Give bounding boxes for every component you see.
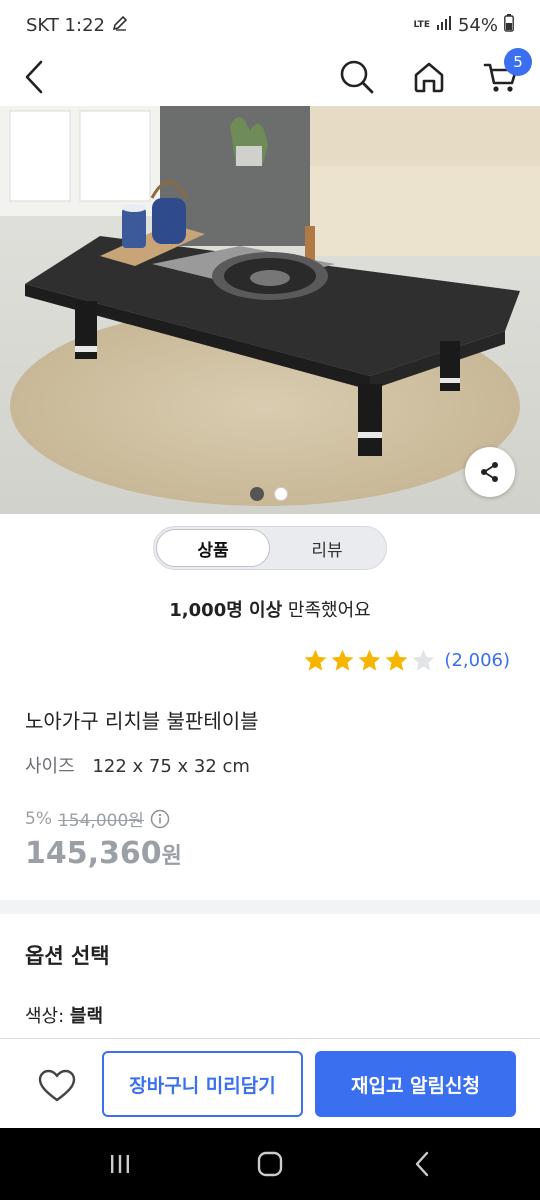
color-option[interactable]: 색상: 블랙 (25, 1002, 103, 1028)
battery-level: 54% (457, 14, 498, 36)
size-label: 사이즈 (25, 756, 75, 777)
lte-icon: LTE (413, 19, 430, 30)
recent-apps-icon (111, 1155, 129, 1173)
color-label: 색상: (25, 1006, 70, 1027)
top-nav: 5 (0, 48, 540, 106)
cart-preview-button[interactable]: 장바구니 미리담기 (102, 1051, 303, 1117)
product-photo (0, 106, 540, 514)
product-title: 노아가구 리치블 불판테이블 (25, 709, 259, 733)
satisfaction-suffix: 만족했어요 (282, 600, 371, 621)
battery-icon (504, 13, 514, 37)
home-system-button[interactable] (250, 1144, 290, 1184)
signal-icon (436, 15, 452, 36)
carousel-dot[interactable] (274, 487, 288, 501)
status-right: LTE 54% (413, 13, 514, 37)
status-left: SKT 1:22 (26, 14, 129, 37)
carousel-indicator (250, 487, 288, 501)
share-button[interactable] (465, 447, 515, 497)
satisfaction-text: 1,000명 이상 만족했어요 (0, 596, 540, 622)
back-icon (25, 60, 43, 94)
final-price-value: 145,360 (25, 836, 162, 871)
star-filled-icon (358, 649, 381, 671)
discount-rate: 5% (25, 808, 52, 829)
info-icon[interactable] (150, 809, 170, 829)
star-filled-icon (304, 649, 327, 671)
star-filled-icon (331, 649, 354, 671)
recent-apps-button[interactable] (100, 1144, 140, 1184)
option-heading: 옵션 선택 (25, 944, 110, 968)
carrier-time: SKT 1:22 (26, 14, 105, 36)
section-divider (0, 900, 540, 914)
heart-icon (38, 1069, 76, 1102)
original-price: 154,000원 (57, 811, 144, 831)
original-price-row: 5% 154,000원 (25, 806, 170, 831)
status-bar: SKT 1:22 LTE 54% (0, 0, 540, 50)
back-chevron-icon (415, 1151, 429, 1177)
final-price-currency: 원 (161, 844, 182, 869)
tab-reviews[interactable]: 리뷰 (270, 529, 384, 567)
size-row: 사이즈 122 x 75 x 32 cm (25, 752, 250, 778)
home-icon (414, 62, 444, 93)
home-button[interactable] (404, 52, 454, 102)
product-review-tabs: 상품 리뷰 (153, 526, 387, 570)
search-icon (340, 60, 374, 94)
final-price: 145,360원 (25, 836, 182, 871)
size-value: 122 x 75 x 32 cm (92, 756, 250, 777)
tab-product[interactable]: 상품 (156, 529, 270, 567)
bottom-action-bar: 장바구니 미리담기 재입고 알림신청 (0, 1038, 540, 1128)
product-image-carousel[interactable] (0, 106, 540, 514)
pencil-icon (111, 14, 129, 37)
star-filled-icon (385, 649, 408, 671)
star-empty-icon (412, 649, 435, 671)
cart-button[interactable]: 5 (476, 48, 532, 102)
satisfaction-count: 1,000명 이상 (169, 600, 283, 621)
share-icon (481, 462, 498, 482)
cart-count-badge: 5 (504, 48, 532, 76)
carousel-dot[interactable] (250, 487, 264, 501)
color-value: 블랙 (69, 1006, 104, 1027)
review-count[interactable]: (2,006) (444, 650, 510, 671)
rating-summary[interactable]: (2,006) (303, 648, 510, 673)
restock-alert-button[interactable]: 재입고 알림신청 (315, 1051, 516, 1117)
wishlist-button[interactable] (32, 1061, 82, 1111)
back-system-button[interactable] (402, 1144, 442, 1184)
back-button[interactable] (10, 52, 60, 102)
search-button[interactable] (332, 52, 382, 102)
home-circle-icon (257, 1151, 283, 1177)
system-nav-bar (0, 1128, 540, 1200)
